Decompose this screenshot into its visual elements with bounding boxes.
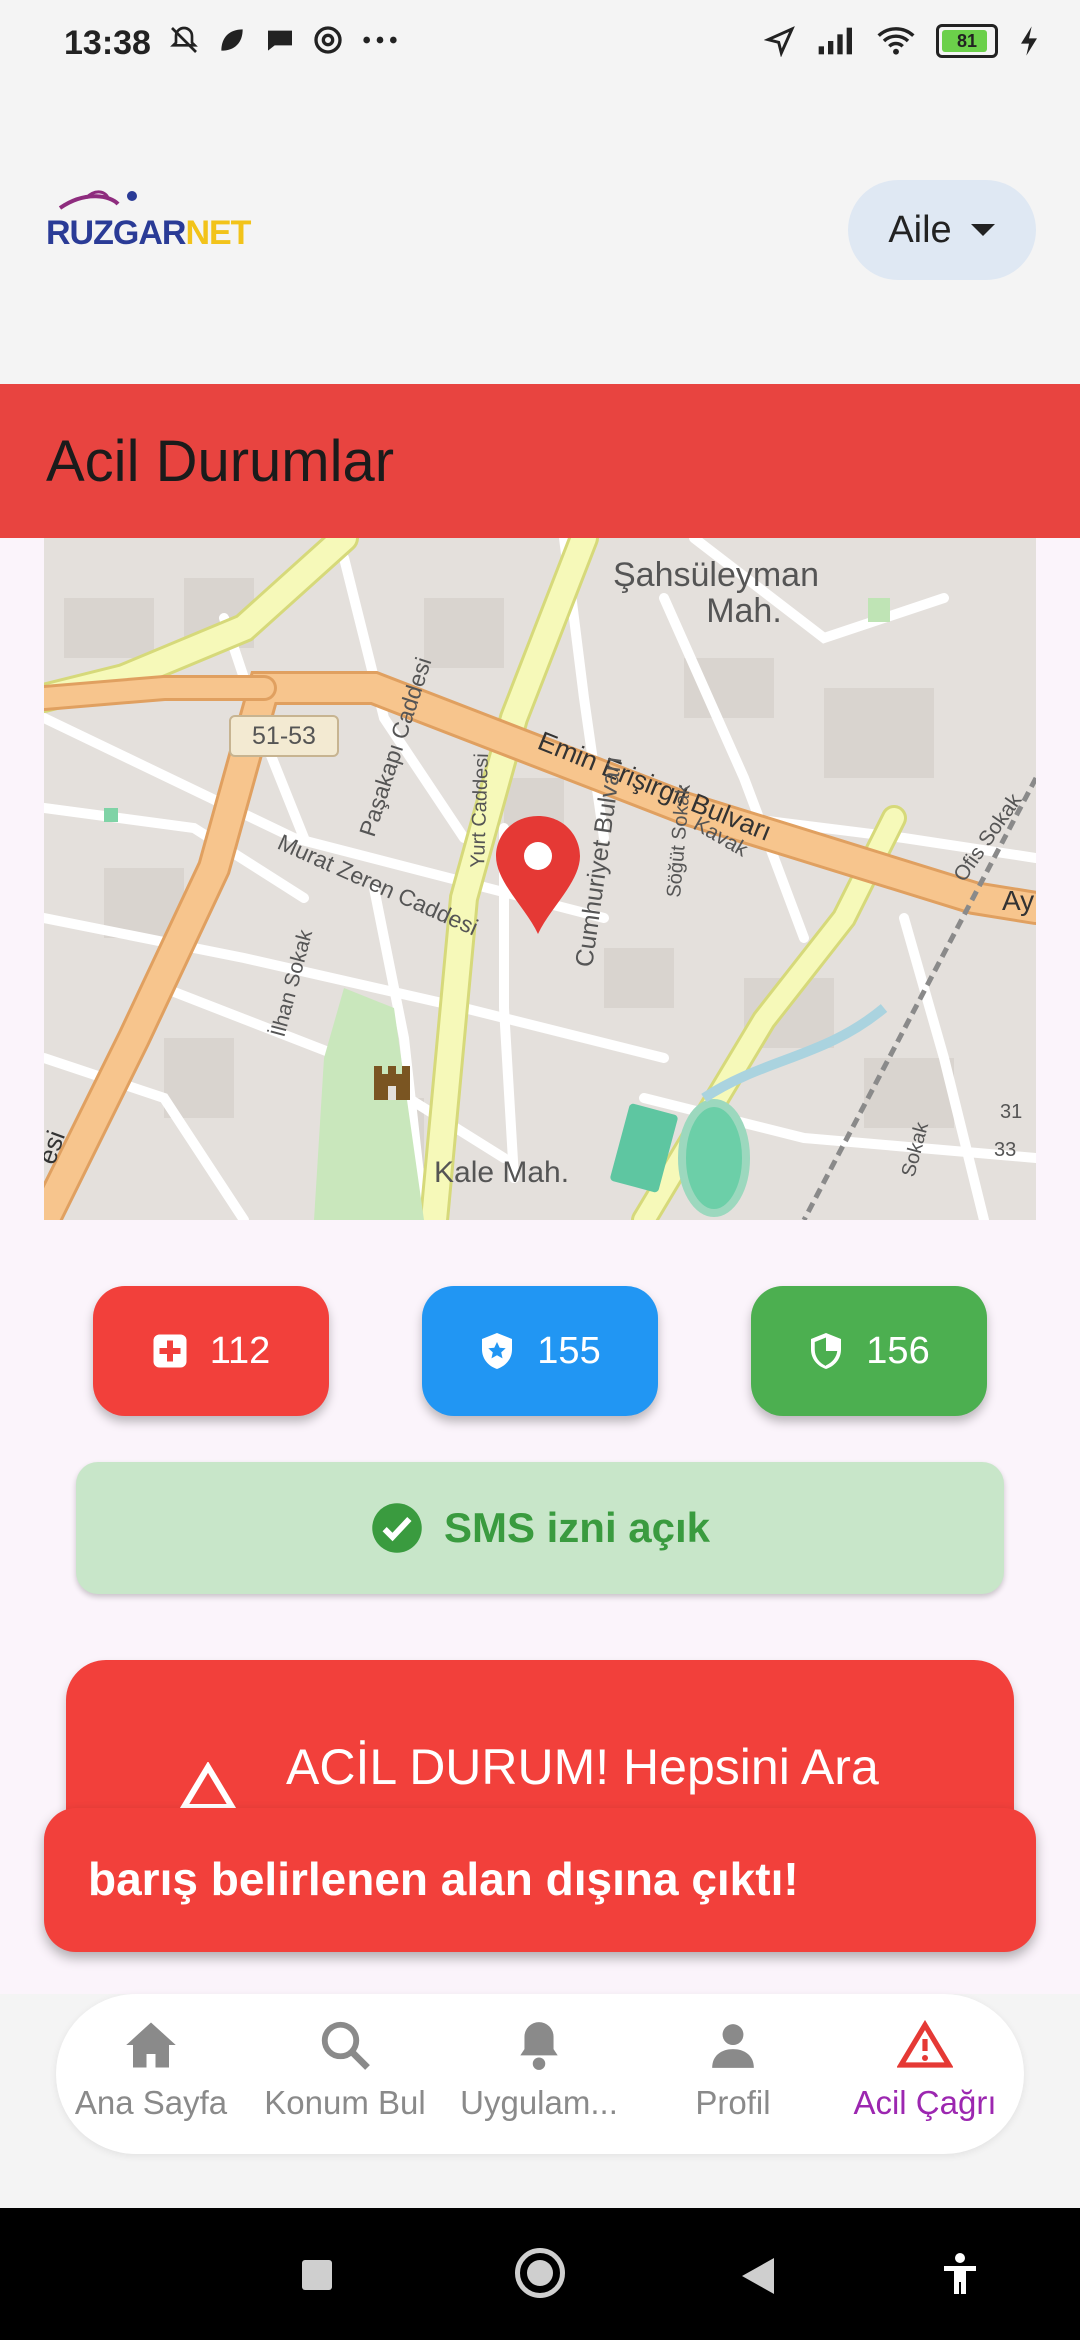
call-155-button[interactable]: 155	[422, 1286, 658, 1416]
map-label-street: 33	[994, 1139, 1016, 1161]
call-112-label: 112	[209, 1329, 271, 1372]
wifi-icon	[877, 27, 915, 55]
map-label-street: Yurt Caddesi	[467, 753, 493, 868]
logo-swoosh-icon	[58, 190, 137, 210]
call-156-button[interactable]: 156	[751, 1286, 987, 1416]
geofence-alert-toast: barış belirlenen alan dışına çıktı!	[44, 1808, 1036, 1952]
nav-item-apps[interactable]: Uygulam...	[444, 2014, 634, 2144]
location-arrow-icon	[764, 26, 795, 57]
home-button[interactable]	[515, 2248, 565, 2298]
leaf-icon	[221, 29, 243, 51]
page-title-bar: Acil Durumlar	[0, 384, 1080, 538]
ruzgarnet-logo: RUZGARNET	[46, 186, 276, 256]
home-icon	[126, 2022, 176, 2068]
nav-item-profile[interactable]: Profil	[638, 2014, 828, 2144]
status-notification-icons	[168, 24, 400, 56]
logo-text-main: RUZGAR	[46, 214, 186, 252]
nav-item-find-location[interactable]: Konum Bul	[250, 2014, 440, 2144]
bottom-navigation: Ana Sayfa Konum Bul Uygulam... Profil Ac…	[56, 1994, 1024, 2154]
nav-item-emergency-call[interactable]: Acil Çağrı	[830, 2014, 1020, 2144]
battery-icon: 81	[936, 24, 998, 58]
accessibility-icon[interactable]	[940, 2252, 980, 2296]
system-navigation-bar	[0, 2208, 1080, 2340]
status-system-icons: 81	[764, 24, 1040, 58]
warning-triangle-icon	[180, 1762, 236, 1810]
mute-bell-icon	[170, 26, 198, 53]
road-number-badge: 51-53	[229, 715, 339, 757]
castle-icon	[374, 1066, 410, 1100]
emergency-call-all-label: ACİL DURUM! Hepsini Ara	[286, 1739, 879, 1795]
svg-text:51-53: 51-53	[252, 722, 316, 750]
map-label-district: Şahsüleyman	[613, 556, 819, 594]
chat-icon	[268, 30, 292, 51]
search-icon	[321, 2021, 370, 2070]
warning-icon	[897, 2020, 953, 2068]
map-view[interactable]: 51-53 Şahsüleyman Mah. Emin Erişirgil Bu…	[44, 538, 1036, 1220]
signal-icon	[818, 27, 852, 55]
medical-cross-icon	[153, 1334, 187, 1368]
family-selector-dropdown[interactable]: Aile	[848, 180, 1036, 280]
nav-item-home-label: Ana Sayfa	[74, 2084, 228, 2121]
call-156-label: 156	[866, 1329, 930, 1372]
charging-bolt-icon	[1021, 26, 1037, 56]
call-112-button[interactable]: 112	[93, 1286, 329, 1416]
more-dots-icon	[363, 36, 397, 44]
map-label-street: Kale Mah.	[434, 1156, 569, 1189]
nav-item-apps-label: Uygulam...	[460, 2084, 618, 2121]
sms-status-text: SMS izni açık	[443, 1504, 711, 1551]
nav-item-emergency-call-label: Acil Çağrı	[853, 2084, 997, 2121]
police-shield-icon	[482, 1333, 513, 1369]
map-label-street: Ay	[1002, 885, 1034, 916]
map-label-street: 31	[1000, 1101, 1022, 1123]
family-selector-label: Aile	[888, 208, 952, 251]
person-icon	[712, 2024, 754, 2068]
call-155-label: 155	[537, 1329, 601, 1372]
nav-item-profile-label: Profil	[695, 2084, 771, 2121]
status-time: 13:38	[64, 24, 151, 62]
nav-item-find-location-label: Konum Bul	[264, 2084, 426, 2121]
at-sign-icon	[314, 26, 342, 54]
logo-text-accent: NET	[185, 214, 251, 252]
nav-item-home[interactable]: Ana Sayfa	[56, 2014, 246, 2144]
recents-button[interactable]	[302, 2260, 332, 2290]
page-title: Acil Durumlar	[46, 429, 395, 494]
bell-icon	[520, 2022, 558, 2070]
dropdown-arrow-icon	[970, 224, 995, 236]
map-label-district-mah: Mah.	[706, 592, 782, 630]
toast-message: barış belirlenen alan dışına çıktı!	[88, 1853, 799, 1905]
back-button[interactable]	[742, 2258, 774, 2294]
gendarmerie-shield-icon	[811, 1333, 842, 1369]
status-bar: 13:38 81	[0, 0, 1080, 96]
check-circle-icon	[372, 1503, 422, 1553]
sms-permission-status: SMS izni açık	[76, 1462, 1004, 1594]
